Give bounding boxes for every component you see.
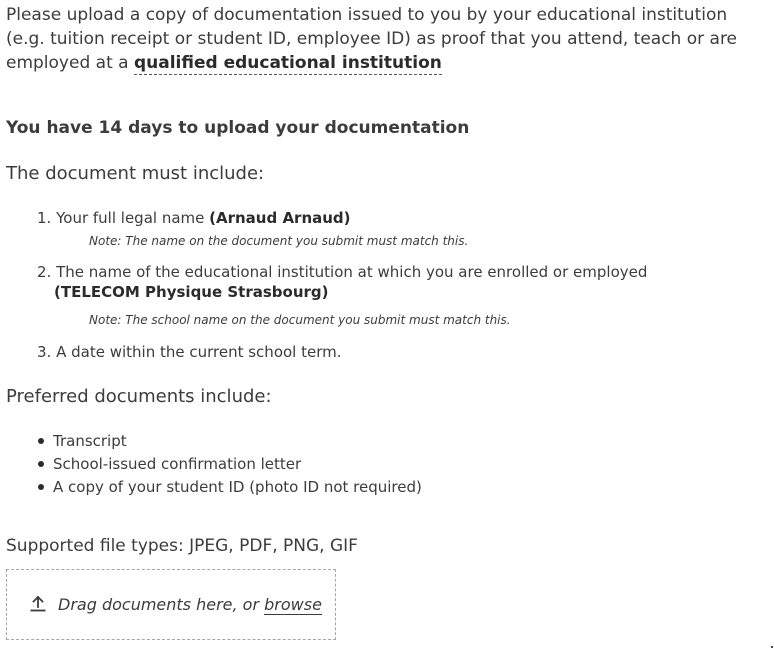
requirement-item: 1. Your full legal name (Arnaud Arnaud): [37, 208, 351, 228]
list-item-label: A copy of your student ID (photo ID not …: [53, 478, 422, 496]
requirement-value: (TELECOM Physique Strasbourg): [54, 283, 329, 301]
preferred-documents-heading: Preferred documents include:: [6, 386, 272, 407]
scrollbar-edge: [771, 646, 773, 648]
upload-dropzone-text: Drag documents here, or browse: [58, 595, 322, 615]
upload-dropzone[interactable]: Drag documents here, or browse: [6, 569, 336, 640]
requirement-number: 3.: [37, 343, 52, 361]
requirement-value: (Arnaud Arnaud): [209, 209, 351, 227]
intro-paragraph: Please upload a copy of documentation is…: [6, 3, 766, 75]
requirement-item: 2. The name of the educational instituti…: [37, 262, 717, 302]
requirement-number: 1.: [37, 209, 52, 227]
requirement-number: 2.: [37, 263, 52, 281]
upload-documentation-panel: Please upload a copy of documentation is…: [6, 0, 766, 640]
qualified-institution-link[interactable]: qualified educational institution: [133, 53, 442, 75]
deadline-heading: You have 14 days to upload your document…: [6, 118, 470, 138]
bullet-icon: [38, 438, 44, 444]
requirement-text: A date within the current school term.: [56, 343, 342, 361]
preferred-documents-list: Transcript School-issued confirmation le…: [37, 430, 422, 499]
upload-instructions: Drag documents here, or: [58, 595, 265, 614]
bullet-icon: [38, 484, 44, 490]
bullet-icon: [38, 461, 44, 467]
requirement-text: Your full legal name: [56, 209, 210, 227]
requirement-note: Note: The school name on the document yo…: [89, 313, 511, 327]
supported-file-types: Supported file types: JPEG, PDF, PNG, GI…: [6, 536, 358, 556]
list-item: Transcript: [37, 430, 422, 453]
requirement-note: Note: The name on the document you submi…: [89, 234, 469, 248]
browse-link[interactable]: browse: [264, 595, 322, 615]
requirement-text: The name of the educational institution …: [56, 263, 648, 281]
list-item-label: Transcript: [53, 432, 127, 450]
list-item-label: School-issued confirmation letter: [53, 455, 302, 473]
list-item: A copy of your student ID (photo ID not …: [37, 476, 422, 499]
list-item: School-issued confirmation letter: [37, 453, 422, 476]
requirement-item: 3. A date within the current school term…: [37, 342, 342, 362]
requirements-heading: The document must include:: [6, 163, 265, 184]
upload-icon: [30, 595, 46, 612]
